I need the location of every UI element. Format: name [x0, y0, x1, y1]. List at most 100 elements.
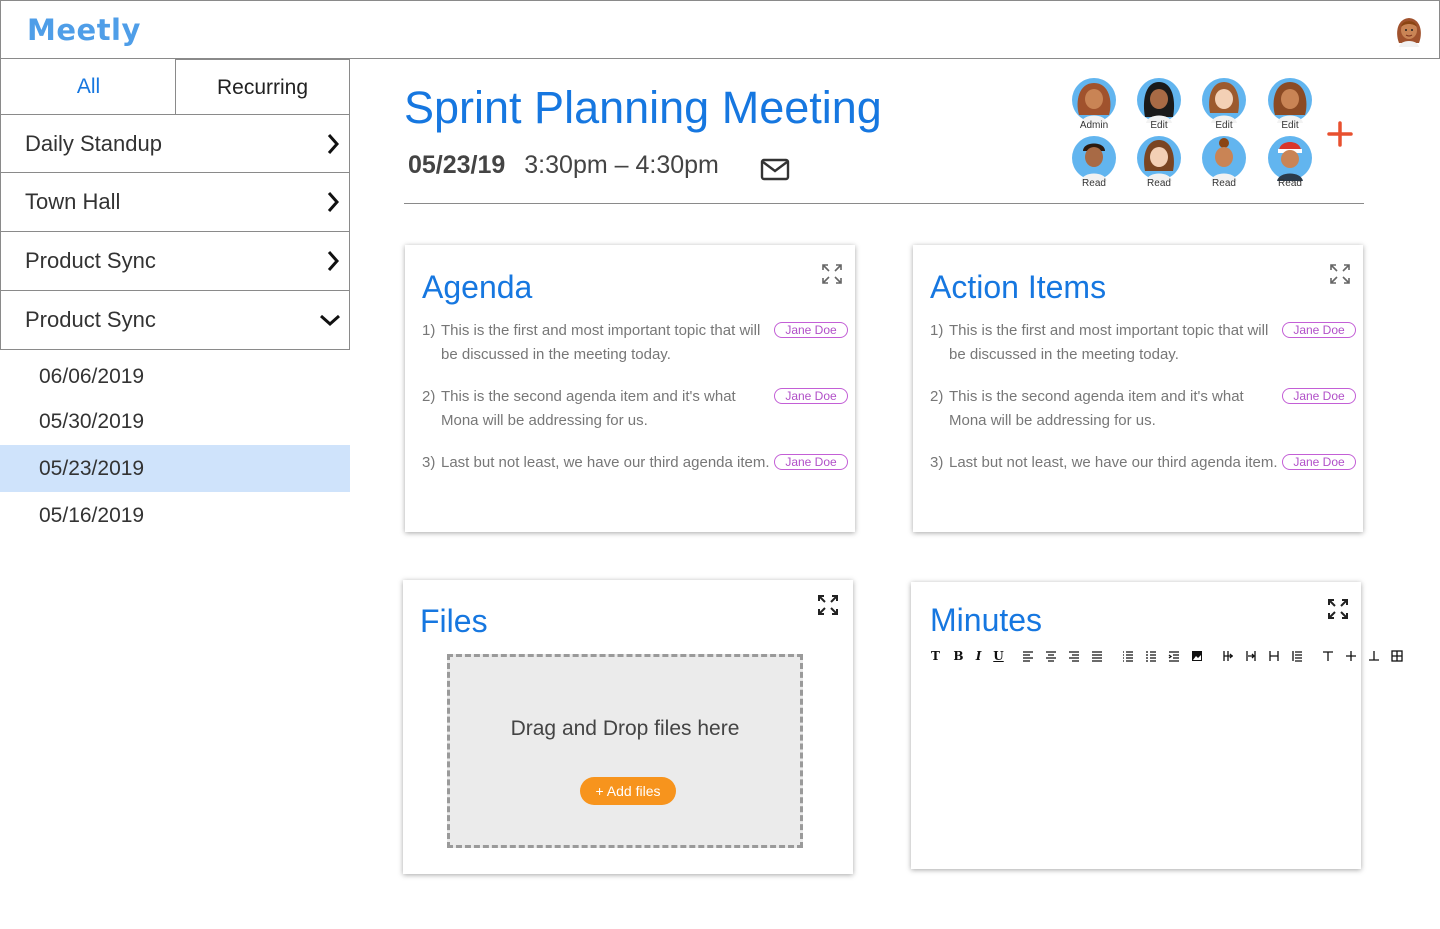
participant-role: Read	[1212, 178, 1236, 189]
agenda-item-text: Last but not least, we have our third ag…	[441, 454, 770, 471]
agenda-card: Agenda 1) This is the first and most imp…	[405, 245, 855, 532]
sidebar-tabs: All Recurring	[0, 59, 350, 115]
action-item-number: 3)	[930, 454, 944, 471]
expand-icon[interactable]	[1327, 598, 1349, 620]
italic-icon[interactable]: I	[972, 649, 985, 663]
participant[interactable]: Read	[1071, 135, 1117, 189]
participant-role: Read	[1147, 178, 1171, 189]
align-right-icon[interactable]	[1067, 650, 1080, 663]
row-top-icon[interactable]	[1321, 650, 1334, 663]
row-bottom-icon[interactable]	[1367, 650, 1380, 663]
tab-all[interactable]: All	[0, 59, 176, 115]
participant[interactable]: Read	[1267, 135, 1313, 189]
assignee-tag[interactable]: Jane Doe	[1282, 322, 1356, 338]
assignee-tag[interactable]: Jane Doe	[1282, 454, 1356, 470]
align-left-icon[interactable]	[1021, 650, 1034, 663]
image-icon[interactable]	[1190, 650, 1203, 663]
expand-icon[interactable]	[817, 594, 839, 616]
action-item: 3) Last but not least, we have our third…	[930, 451, 1360, 517]
app-logo[interactable]: Meetly	[27, 13, 141, 47]
expand-icon[interactable]	[1329, 263, 1351, 285]
agenda-item-text: This is the second agenda item and it's …	[441, 388, 736, 429]
column-left-icon[interactable]	[1221, 650, 1234, 663]
participant-role: Read	[1278, 178, 1302, 189]
action-item: 1) This is the first and most important …	[930, 319, 1360, 385]
agenda-item: 1) This is the first and most important …	[422, 319, 852, 385]
occurrence-item[interactable]: 05/30/2019	[0, 399, 350, 445]
action-item: 2) This is the second agenda item and it…	[930, 385, 1360, 451]
action-item-number: 1)	[930, 322, 944, 339]
participant-role: Edit	[1281, 120, 1299, 131]
text-style-icon[interactable]: T	[929, 649, 942, 663]
indent-icon[interactable]	[1167, 650, 1180, 663]
minutes-toolbar: T B I U	[929, 648, 1413, 664]
add-files-button[interactable]: + Add files	[580, 777, 676, 805]
participant-avatar	[1268, 78, 1312, 123]
participant-role: Edit	[1215, 120, 1233, 131]
minutes-title: Minutes	[930, 602, 1043, 638]
participant-avatar	[1137, 136, 1181, 181]
bold-icon[interactable]: B	[952, 649, 965, 663]
dropzone-text: Drag and Drop files here	[510, 717, 740, 740]
participant-role: Read	[1082, 178, 1106, 189]
action-item-number: 2)	[930, 388, 944, 405]
meeting-title: Sprint Planning Meeting	[404, 82, 882, 133]
agenda-list: 1) This is the first and most important …	[422, 319, 852, 517]
agenda-item-text: This is the first and most important top…	[441, 322, 761, 363]
chevron-right-icon	[327, 133, 340, 154]
participant[interactable]: Read	[1201, 135, 1247, 189]
row-middle-icon[interactable]	[1344, 650, 1357, 663]
align-center-icon[interactable]	[1044, 650, 1057, 663]
meeting-item-town-hall[interactable]: Town Hall	[0, 173, 350, 232]
assignee-tag[interactable]: Jane Doe	[1282, 388, 1356, 404]
tab-recurring[interactable]: Recurring	[175, 59, 350, 115]
participant[interactable]: Edit	[1201, 77, 1247, 131]
numbered-list-icon[interactable]	[1144, 650, 1157, 663]
action-items-list: 1) This is the first and most important …	[930, 319, 1360, 517]
participant-avatar	[1072, 136, 1116, 181]
meeting-list: Daily Standup Town Hall Product Sync Pro…	[0, 114, 350, 350]
occurrence-item-selected[interactable]: 05/23/2019	[0, 445, 350, 492]
agenda-item: 3) Last but not least, we have our third…	[422, 451, 852, 517]
table-icon[interactable]	[1390, 650, 1403, 663]
meeting-datetime: 05/23/19 3:30pm – 4:30pm	[408, 151, 719, 180]
column-center-icon[interactable]	[1267, 650, 1280, 663]
files-title: Files	[420, 603, 488, 639]
action-items-title: Action Items	[930, 269, 1107, 305]
agenda-item-number: 2)	[422, 388, 436, 405]
agenda-item-number: 3)	[422, 454, 436, 471]
action-item-text: This is the first and most important top…	[949, 322, 1269, 363]
expand-icon[interactable]	[821, 263, 843, 285]
column-delete-icon[interactable]	[1290, 650, 1303, 663]
participant[interactable]: Read	[1136, 135, 1182, 189]
participant-avatar	[1137, 78, 1181, 123]
meeting-item-daily-standup[interactable]: Daily Standup	[0, 114, 350, 173]
participant[interactable]: Edit	[1267, 77, 1313, 131]
meeting-item-product-sync[interactable]: Product Sync	[0, 232, 350, 291]
assignee-tag[interactable]: Jane Doe	[774, 388, 848, 404]
assignee-tag[interactable]: Jane Doe	[774, 322, 848, 338]
meeting-item-product-sync-expanded[interactable]: Product Sync	[0, 291, 350, 350]
action-items-card: Action Items 1) This is the first and mo…	[913, 245, 1363, 532]
assignee-tag[interactable]: Jane Doe	[774, 454, 848, 470]
underline-icon[interactable]: U	[992, 649, 1005, 663]
agenda-item: 2) This is the second agenda item and it…	[422, 385, 852, 451]
column-right-icon[interactable]	[1244, 650, 1257, 663]
participant-avatar	[1072, 78, 1116, 123]
occurrence-item[interactable]: 06/06/2019	[0, 355, 350, 399]
mail-icon[interactable]	[760, 156, 790, 182]
chevron-right-icon	[327, 251, 340, 271]
agenda-item-number: 1)	[422, 322, 436, 339]
participant-avatar	[1202, 136, 1246, 181]
participant[interactable]: Edit	[1136, 77, 1182, 131]
add-participant-plus-icon[interactable]	[1326, 120, 1354, 148]
file-dropzone[interactable]: Drag and Drop files here + Add files	[447, 654, 803, 848]
bullet-list-icon[interactable]	[1121, 650, 1134, 663]
occurrence-item[interactable]: 05/16/2019	[0, 492, 350, 540]
meeting-time: 3:30pm – 4:30pm	[524, 151, 719, 179]
participant[interactable]: Admin	[1071, 77, 1117, 131]
align-justify-icon[interactable]	[1090, 650, 1103, 663]
meeting-item-label: Product Sync	[25, 307, 156, 332]
user-avatar[interactable]	[1393, 13, 1425, 47]
meeting-item-label: Product Sync	[25, 248, 156, 273]
